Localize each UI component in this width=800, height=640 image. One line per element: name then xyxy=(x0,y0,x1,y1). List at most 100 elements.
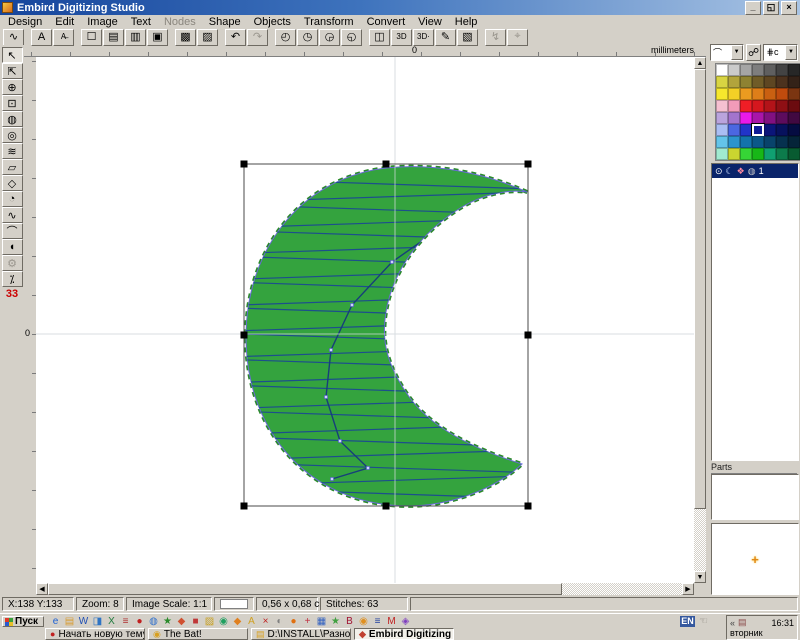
task-button[interactable]: ◉The Bat! xyxy=(148,628,248,640)
quick-launch-icon-20[interactable]: ★ xyxy=(330,616,341,627)
palette-color-42[interactable] xyxy=(716,136,728,148)
palette-color-54[interactable] xyxy=(776,148,788,160)
new-design-button[interactable]: ☐ xyxy=(81,29,102,46)
quick-launch-icon-9[interactable]: ◆ xyxy=(176,616,187,627)
text-tool-button[interactable]: A xyxy=(31,29,52,46)
quick-launch-icon-15[interactable]: × xyxy=(260,616,271,627)
region-tool-button[interactable]: ◔ xyxy=(2,191,23,207)
object-row-selected[interactable]: ⊙ ☾ ❖ ◍ 1 xyxy=(712,164,798,178)
selection-handle[interactable] xyxy=(525,161,532,168)
scroll-up-button[interactable]: ▲ xyxy=(694,57,706,69)
undo-button[interactable]: ↶ xyxy=(225,29,246,46)
palette-color-31[interactable] xyxy=(752,112,764,124)
palette-color-45[interactable] xyxy=(752,136,764,148)
palette-color-18[interactable] xyxy=(764,88,776,100)
palette-color-44[interactable] xyxy=(740,136,752,148)
quick-launch-icon-18[interactable]: + xyxy=(302,616,313,627)
palette-color-24[interactable] xyxy=(752,100,764,112)
zigzag-tool-button[interactable]: ∿ xyxy=(2,207,23,223)
palette-color-1[interactable] xyxy=(728,64,740,76)
chevron-down-icon[interactable]: ▼ xyxy=(785,45,797,60)
quick-launch-icon-0[interactable]: e xyxy=(50,616,61,627)
palette-color-51[interactable] xyxy=(740,148,752,160)
palette-color-25[interactable] xyxy=(764,100,776,112)
scroll-left-button[interactable]: ◀ xyxy=(36,583,48,595)
menu-text[interactable]: Text xyxy=(131,16,151,28)
window-3d-button[interactable]: ◫ xyxy=(369,29,390,46)
design-canvas[interactable] xyxy=(36,57,694,583)
palette-color-29[interactable] xyxy=(728,112,740,124)
palette-color-5[interactable] xyxy=(776,64,788,76)
language-indicator[interactable]: EN xyxy=(680,616,695,627)
palette-color-6[interactable] xyxy=(788,64,800,76)
palette-color-53[interactable] xyxy=(764,148,776,160)
palette-color-43[interactable] xyxy=(728,136,740,148)
restore-button[interactable]: ◱ xyxy=(763,1,779,15)
menu-design[interactable]: Design xyxy=(8,16,42,28)
chevron-down-icon[interactable]: ▼ xyxy=(731,45,743,60)
task-button[interactable]: ●Начать новую тему :: B... xyxy=(45,628,145,640)
open-design-button[interactable]: ▤ xyxy=(103,29,124,46)
palette-color-3[interactable] xyxy=(752,64,764,76)
task-button[interactable]: ◆Embird Digitizing Stud... xyxy=(354,628,454,640)
minimize-button[interactable]: _ xyxy=(745,1,761,15)
gauge-2-button[interactable]: ◷ xyxy=(297,29,318,46)
menu-convert[interactable]: Convert xyxy=(367,16,406,28)
palette-color-39[interactable] xyxy=(764,124,776,136)
palette-color-2[interactable] xyxy=(740,64,752,76)
horizontal-scroll-thumb[interactable] xyxy=(48,583,562,595)
palette-color-38[interactable] xyxy=(752,124,764,136)
palette-color-37[interactable] xyxy=(740,124,752,136)
quick-launch-icon-13[interactable]: ◆ xyxy=(232,616,243,627)
palette-color-28[interactable] xyxy=(716,112,728,124)
crescent-design[interactable] xyxy=(36,57,694,583)
design-browser-button[interactable]: ∿ xyxy=(3,29,24,46)
gauge-1-button[interactable]: ◴ xyxy=(275,29,296,46)
palette-color-19[interactable] xyxy=(776,88,788,100)
copy-button[interactable]: ▩ xyxy=(175,29,196,46)
selection-handle[interactable] xyxy=(383,503,390,510)
horizontal-scrollbar[interactable]: ◀ ▶ xyxy=(36,583,694,595)
close-button[interactable]: × xyxy=(781,1,797,15)
quick-launch-icon-10[interactable]: ■ xyxy=(190,616,201,627)
image-mode-button[interactable]: ▧ xyxy=(457,29,478,46)
quick-launch-icon-21[interactable]: B xyxy=(344,616,355,627)
palette-color-32[interactable] xyxy=(764,112,776,124)
palette-color-33[interactable] xyxy=(776,112,788,124)
palette-color-15[interactable] xyxy=(728,88,740,100)
palette-color-11[interactable] xyxy=(764,76,776,88)
objects-list[interactable]: ⊙ ☾ ❖ ◍ 1 xyxy=(711,163,799,461)
vertical-scroll-thumb[interactable] xyxy=(694,69,706,509)
palette-color-14[interactable] xyxy=(716,88,728,100)
quick-launch-icon-2[interactable]: W xyxy=(78,616,89,627)
quick-launch-icon-24[interactable]: M xyxy=(386,616,397,627)
palette-color-8[interactable] xyxy=(728,76,740,88)
quick-launch-icon-23[interactable]: ≡ xyxy=(372,616,383,627)
palette-color-47[interactable] xyxy=(776,136,788,148)
auto-sequence-button[interactable]: ☍ xyxy=(746,44,762,61)
edit-nodes-tool-button[interactable]: ⇱ xyxy=(2,63,23,79)
zoom-actual-tool-button[interactable]: ⊡ xyxy=(2,95,23,111)
task-button[interactable]: ▤D:\INSTALL\Разное\Embird xyxy=(251,628,351,640)
palette-color-41[interactable] xyxy=(788,124,800,136)
palette-color-40[interactable] xyxy=(776,124,788,136)
menu-transform[interactable]: Transform xyxy=(304,16,354,28)
palette-color-16[interactable] xyxy=(740,88,752,100)
menu-objects[interactable]: Objects xyxy=(254,16,291,28)
palette-color-50[interactable] xyxy=(728,148,740,160)
palette-color-17[interactable] xyxy=(752,88,764,100)
select-tool-button[interactable]: ↖ xyxy=(2,47,23,63)
gauge-3-button[interactable]: ◶ xyxy=(319,29,340,46)
palette-color-36[interactable] xyxy=(728,124,740,136)
arc-tool-button[interactable]: ⌒ xyxy=(2,223,23,239)
quick-launch-icon-11[interactable]: ▨ xyxy=(204,616,215,627)
save-design-button[interactable]: ▣ xyxy=(147,29,168,46)
quick-launch-icon-6[interactable]: ● xyxy=(134,616,145,627)
quick-launch-icon-14[interactable]: A xyxy=(246,616,257,627)
quick-launch-icon-8[interactable]: ★ xyxy=(162,616,173,627)
quick-launch-icon-1[interactable]: ▤ xyxy=(64,616,75,627)
outline-shape-tool-button[interactable]: ◇ xyxy=(2,175,23,191)
quick-launch-icon-5[interactable]: ≡ xyxy=(120,616,131,627)
selection-handle[interactable] xyxy=(241,332,248,339)
paste-button[interactable]: ▨ xyxy=(197,29,218,46)
